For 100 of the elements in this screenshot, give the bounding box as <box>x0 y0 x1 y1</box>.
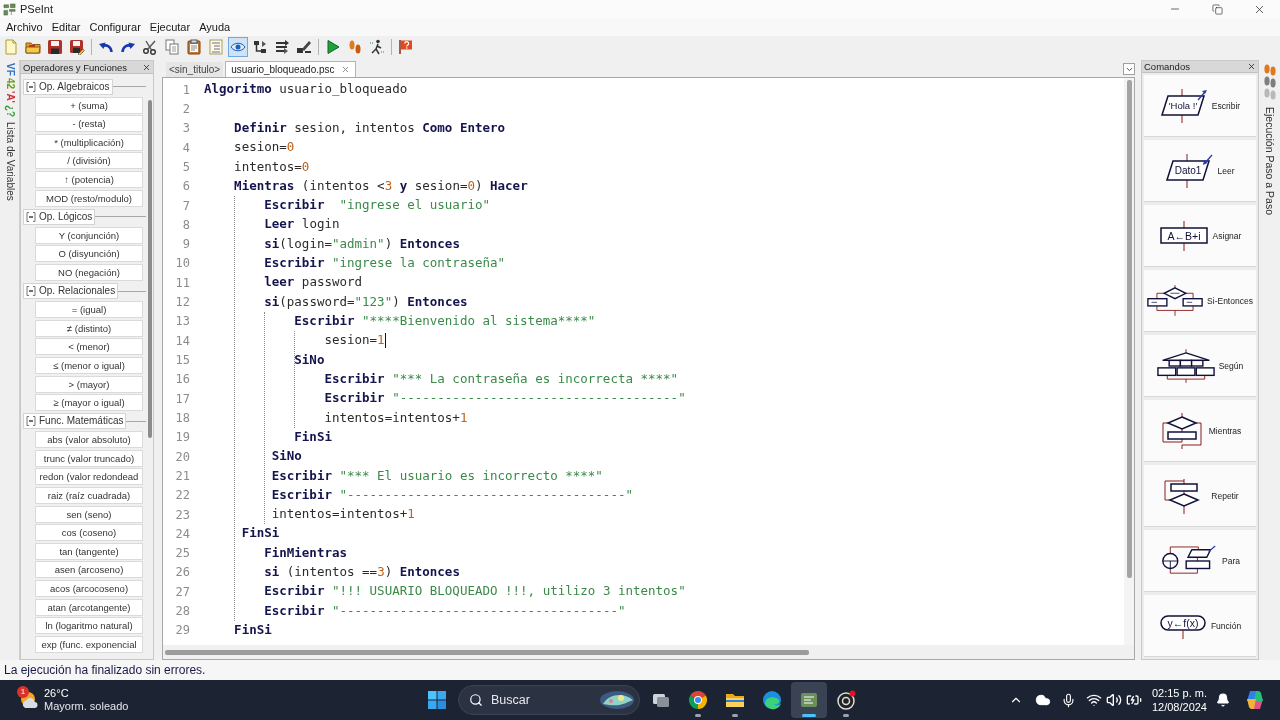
code-line: leer password <box>264 273 363 292</box>
operator-item[interactable]: sen (seno) <box>35 505 143 523</box>
operator-item[interactable]: ≤ (menor o igual) <box>35 356 143 374</box>
clock-date[interactable]: 12/08/2024 <box>1151 700 1207 714</box>
group-header[interactable]: Op. Lógicos <box>23 208 96 225</box>
decision-branch-icon <box>1147 285 1204 316</box>
clock-time[interactable]: 02:15 p. m. <box>1151 686 1207 700</box>
flowchart-app-icon <box>799 690 819 710</box>
menu-item[interactable]: Ejecutar <box>149 20 191 34</box>
line-number: 11 <box>174 274 190 292</box>
operator-item[interactable]: atan (arcotangente) <box>35 598 143 616</box>
paste-button[interactable] <box>184 37 204 57</box>
line-number: 15 <box>174 352 190 370</box>
scrollbar-thumb[interactable] <box>147 100 152 438</box>
operator-item[interactable]: * (multiplicación) <box>35 133 143 151</box>
operator-item[interactable]: O (disyunción) <box>35 245 143 263</box>
operator-item[interactable]: Y (conjunción) <box>35 226 143 244</box>
preview-button[interactable] <box>228 37 248 57</box>
command-button[interactable]: A←B+i Asignar <box>1144 205 1256 267</box>
command-button[interactable]: Para <box>1144 530 1256 592</box>
editor-tab[interactable]: <sin_titulo> <box>166 62 224 77</box>
command-button[interactable]: 'Hola !' Escribir <box>1144 75 1256 137</box>
code-line: sesion=0 <box>234 138 295 157</box>
close-panel-button[interactable] <box>1246 61 1256 72</box>
microphone-icon[interactable] <box>1060 692 1076 708</box>
group-header[interactable]: Func. Matemáticas <box>23 413 127 430</box>
counter-loop-icon <box>1160 544 1218 577</box>
close-tab-icon[interactable] <box>340 65 350 74</box>
colorful-assistant-icon[interactable] <box>1244 689 1266 711</box>
operator-item[interactable]: NO (negación) <box>35 263 143 281</box>
operator-item[interactable]: < (menor) <box>35 338 143 356</box>
operator-item[interactable]: abs (valor absoluto) <box>35 431 143 449</box>
speaker-icon[interactable] <box>1105 692 1122 708</box>
operator-item[interactable]: exp (func. exponencial <box>35 635 143 653</box>
search-field[interactable]: Buscar <box>458 685 640 715</box>
operator-item[interactable]: - (resta) <box>35 115 143 133</box>
menu-item[interactable]: Ayuda <box>199 20 231 34</box>
cloud-icon[interactable] <box>1034 692 1051 708</box>
save-button[interactable] <box>45 37 65 57</box>
operator-item[interactable]: acos (arcocoseno) <box>35 580 143 598</box>
line-number: 12 <box>174 294 190 312</box>
scrollbar-thumb[interactable] <box>165 649 809 655</box>
search-icon <box>469 693 483 707</box>
clipboard-icon <box>186 39 202 55</box>
operator-item[interactable]: raiz (raíz cuadrada) <box>35 487 143 505</box>
operator-item[interactable]: ≥ (mayor o igual) <box>35 394 143 412</box>
scrollbar-thumb[interactable] <box>1126 80 1132 578</box>
operator-item[interactable]: = (igual) <box>35 301 143 319</box>
code-line: Escribir "*** El usuario es incorrecto ****" <box>271 466 603 485</box>
close-icon <box>141 62 151 72</box>
command-button[interactable]: Repetir <box>1144 465 1256 527</box>
command-button[interactable]: Si-Entonces <box>1144 270 1256 332</box>
battery-charging-icon[interactable] <box>1125 692 1142 708</box>
operator-item[interactable]: ↑ (potencia) <box>35 170 143 188</box>
operator-item[interactable]: ln (logaritmo natural) <box>35 617 143 635</box>
operator-item[interactable]: + (suma) <box>35 96 143 114</box>
arrows-icon <box>274 39 290 55</box>
menu-item[interactable]: Configurar <box>89 20 141 34</box>
command-button[interactable]: Dato1 Leer <box>1144 140 1256 202</box>
operator-item[interactable]: tan (tangente) <box>35 542 143 560</box>
save-as-button[interactable] <box>67 37 87 57</box>
line-number: 17 <box>174 390 190 408</box>
taskbar-app-button[interactable] <box>791 682 827 718</box>
variables-tab[interactable]: Lista de Variables <box>3 122 16 201</box>
command-button[interactable]: Mientras <box>1144 400 1256 462</box>
operator-item[interactable]: MOD (resto/modulo) <box>35 189 143 207</box>
operator-item[interactable]: > (mayor) <box>35 375 143 393</box>
line-number: 1 <box>181 81 190 99</box>
line-number: 19 <box>174 429 190 447</box>
operator-item[interactable]: redon (valor redondead <box>35 468 143 486</box>
line-number: 25 <box>174 545 190 563</box>
operator-item[interactable]: / (división) <box>35 152 143 170</box>
weather-condition: Mayorm. soleado <box>44 700 129 713</box>
help-flag-icon <box>398 39 414 55</box>
app-logo-icon <box>3 2 16 16</box>
line-number: 6 <box>181 178 190 196</box>
line-number: 22 <box>174 487 190 505</box>
command-button[interactable]: y←f(x) Función <box>1144 595 1256 657</box>
line-number: 13 <box>174 313 190 331</box>
wifi-icon[interactable] <box>1085 692 1102 708</box>
code-line: si(login="admin") Entonces <box>264 234 460 253</box>
group-header[interactable]: Op. Relacionales <box>23 283 119 300</box>
operator-item[interactable]: cos (coseno) <box>35 524 143 542</box>
command-button[interactable]: Según <box>1144 335 1256 397</box>
operator-item[interactable]: ≠ (distinto) <box>35 319 143 337</box>
line-number: 26 <box>174 564 190 582</box>
tab-list-button[interactable] <box>1123 63 1135 75</box>
bell-icon[interactable] <box>1216 693 1230 707</box>
line-number: 14 <box>174 332 190 350</box>
operator-item[interactable]: trunc (valor truncado) <box>35 449 143 467</box>
blank-page-icon <box>3 39 19 55</box>
menu-item[interactable]: Archivo <box>6 20 43 34</box>
menu-item[interactable]: Editar <box>51 20 81 34</box>
operator-item[interactable]: asen (arcoseno) <box>35 561 143 579</box>
close-panel-button[interactable] <box>141 62 151 72</box>
step-execution-tab[interactable]: Ejecución Paso a Paso <box>1263 107 1276 215</box>
debug-button[interactable] <box>367 37 387 57</box>
group-header[interactable]: Op. Algebraicos <box>23 78 113 95</box>
code-line: Escribir "!!! USUARIO BLOQUEADO !!!, utilizo 3 intentos" <box>264 582 686 601</box>
editor-tab[interactable]: usuario_bloqueado.psc <box>225 61 356 77</box>
